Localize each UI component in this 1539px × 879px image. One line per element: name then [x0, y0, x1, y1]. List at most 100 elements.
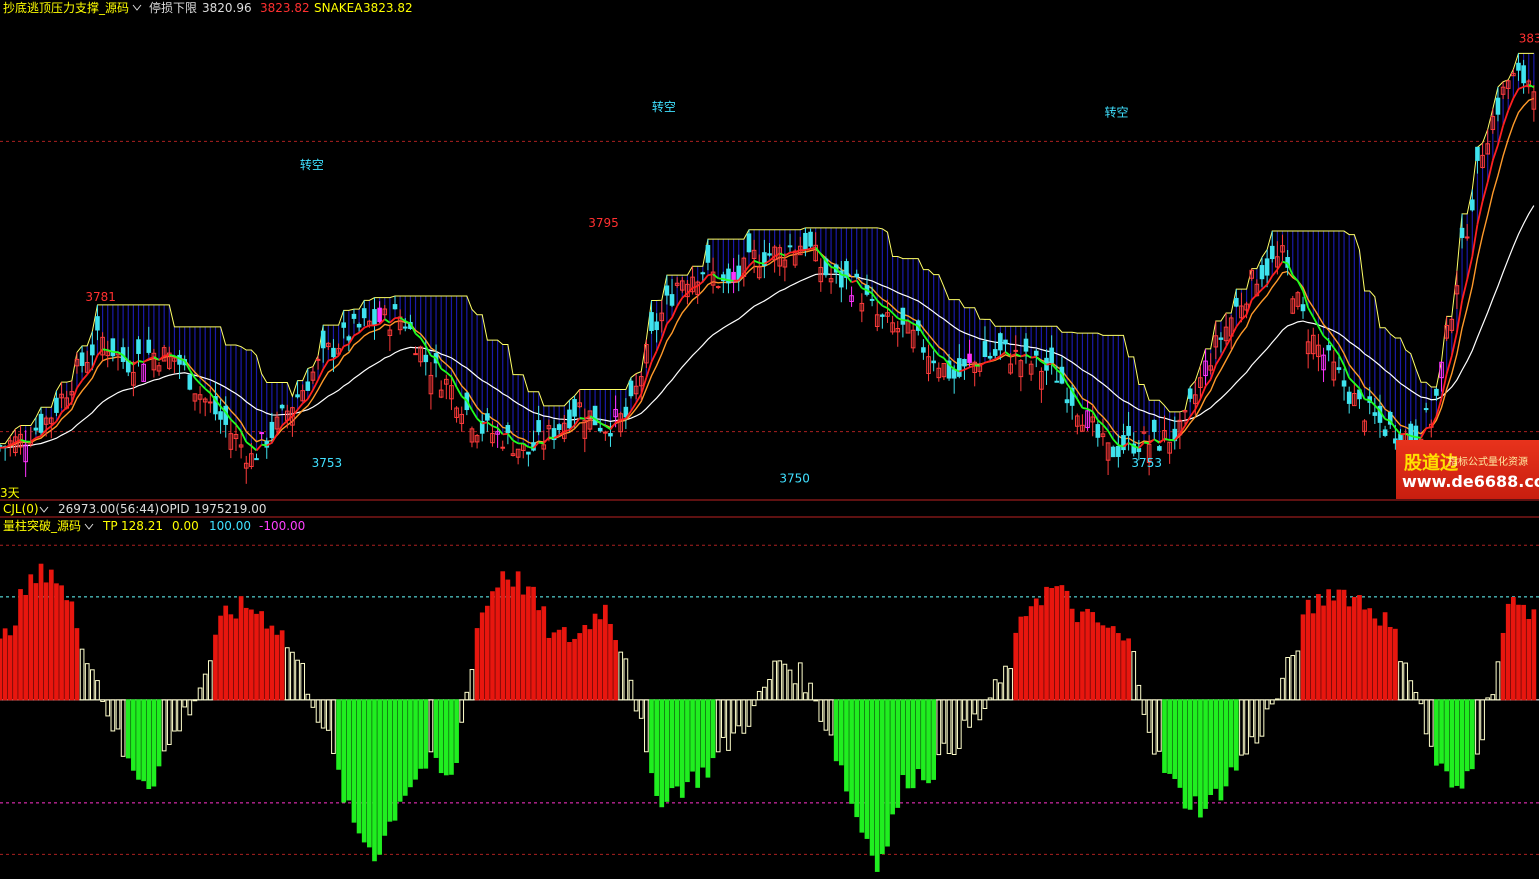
- candle-body[interactable]: [1464, 236, 1470, 239]
- candle-body[interactable]: [715, 286, 721, 289]
- volume-bar[interactable]: [23, 594, 28, 701]
- volume-bar[interactable]: [402, 699, 408, 796]
- volume-bar[interactable]: [874, 699, 880, 872]
- sub-indicator-name[interactable]: 量柱突破_源码: [3, 518, 81, 533]
- candle-body[interactable]: [992, 349, 998, 356]
- volume-bar[interactable]: [1105, 627, 1111, 701]
- volume-bar[interactable]: [1454, 699, 1460, 786]
- volume-bar[interactable]: [48, 569, 54, 701]
- volume-bar[interactable]: [1336, 589, 1342, 701]
- volume-bar[interactable]: [1367, 608, 1373, 701]
- volume-bar[interactable]: [1187, 699, 1193, 810]
- volume-bar[interactable]: [156, 699, 162, 767]
- volume-bar[interactable]: [64, 600, 70, 701]
- candle-body[interactable]: [54, 397, 59, 413]
- volume-bar[interactable]: [1439, 699, 1444, 764]
- candle-body[interactable]: [1218, 337, 1224, 340]
- volume-bar[interactable]: [1018, 616, 1024, 701]
- volume-bar[interactable]: [705, 699, 711, 778]
- volume-bar[interactable]: [1044, 586, 1049, 701]
- volume-bar[interactable]: [131, 699, 136, 771]
- candle-body[interactable]: [1521, 65, 1526, 84]
- candle-body[interactable]: [705, 245, 711, 263]
- candle-body[interactable]: [1023, 338, 1029, 352]
- volume-bar[interactable]: [1095, 622, 1101, 701]
- candle-body[interactable]: [962, 358, 967, 367]
- candle-body[interactable]: [1269, 245, 1275, 260]
- volume-bar[interactable]: [1444, 699, 1450, 772]
- volume-bar[interactable]: [192, 699, 198, 702]
- volume-bar[interactable]: [900, 699, 906, 776]
- volume-bar[interactable]: [1434, 699, 1439, 766]
- candle-body[interactable]: [1423, 408, 1429, 411]
- candle-body[interactable]: [485, 413, 490, 421]
- volume-bar[interactable]: [1039, 605, 1044, 701]
- volume-bar[interactable]: [910, 699, 916, 789]
- candle-body[interactable]: [392, 304, 398, 310]
- volume-bar[interactable]: [1341, 589, 1347, 701]
- volume-bar[interactable]: [669, 699, 675, 789]
- candle-body[interactable]: [603, 431, 608, 434]
- volume-bar[interactable]: [274, 634, 280, 701]
- candle-body[interactable]: [1326, 345, 1331, 351]
- volume-bar[interactable]: [341, 699, 347, 803]
- volume-bar[interactable]: [418, 699, 424, 769]
- volume-bar[interactable]: [361, 699, 367, 843]
- candle-body[interactable]: [95, 316, 100, 331]
- volume-bar[interactable]: [392, 699, 398, 821]
- candle-body[interactable]: [987, 355, 993, 359]
- volume-bar[interactable]: [890, 699, 895, 815]
- candle-body[interactable]: [361, 308, 367, 319]
- candle-body[interactable]: [1516, 62, 1521, 71]
- candle-body[interactable]: [1259, 265, 1265, 280]
- volume-bar[interactable]: [880, 699, 885, 855]
- candle-body[interactable]: [1475, 146, 1480, 161]
- volume-bar[interactable]: [1162, 699, 1167, 773]
- candle-body[interactable]: [536, 420, 541, 433]
- volume-bar[interactable]: [1511, 596, 1516, 701]
- candle-body[interactable]: [1234, 297, 1239, 307]
- volume-bar[interactable]: [838, 699, 844, 766]
- candle-body[interactable]: [1013, 349, 1019, 352]
- volume-bar[interactable]: [279, 630, 285, 701]
- volume-bar[interactable]: [443, 699, 449, 776]
- volume-bar[interactable]: [546, 637, 552, 701]
- volume-bar[interactable]: [28, 574, 34, 701]
- candle-body[interactable]: [1382, 429, 1388, 436]
- volume-bar[interactable]: [1013, 632, 1019, 701]
- volume-bar[interactable]: [1064, 590, 1070, 701]
- candle-body[interactable]: [187, 374, 193, 390]
- volume-bar[interactable]: [926, 699, 931, 784]
- candle-body[interactable]: [664, 285, 670, 296]
- volume-bar[interactable]: [844, 699, 849, 792]
- candle-body[interactable]: [931, 360, 936, 364]
- volume-bar[interactable]: [356, 699, 362, 834]
- candle-body[interactable]: [146, 339, 152, 353]
- candle-body[interactable]: [1336, 367, 1342, 370]
- candle-body[interactable]: [38, 413, 44, 433]
- volume-bar[interactable]: [233, 618, 239, 701]
- volume-bar[interactable]: [1521, 604, 1526, 701]
- volume-bar[interactable]: [895, 699, 901, 808]
- candle-body[interactable]: [1136, 448, 1142, 453]
- candle-body[interactable]: [1434, 388, 1439, 396]
- volume-bar[interactable]: [577, 633, 583, 701]
- volume-bar[interactable]: [833, 699, 839, 762]
- volume-bar[interactable]: [59, 585, 64, 701]
- volume-bar[interactable]: [74, 628, 80, 701]
- volume-bar[interactable]: [18, 589, 23, 701]
- volume-bar[interactable]: [1449, 699, 1455, 788]
- volume-bar[interactable]: [813, 699, 819, 702]
- volume-bar[interactable]: [531, 586, 536, 701]
- volume-bar[interactable]: [561, 627, 567, 701]
- candle-body[interactable]: [787, 245, 793, 248]
- volume-bar[interactable]: [1049, 587, 1054, 701]
- volume-bar[interactable]: [1351, 596, 1357, 701]
- candle-body[interactable]: [33, 427, 39, 431]
- volume-bar[interactable]: [602, 604, 608, 701]
- volume-bar[interactable]: [885, 699, 890, 847]
- volume-bar[interactable]: [474, 628, 480, 701]
- volume-bar[interactable]: [141, 699, 146, 782]
- volume-bar[interactable]: [218, 615, 223, 701]
- candle-body[interactable]: [1459, 227, 1465, 238]
